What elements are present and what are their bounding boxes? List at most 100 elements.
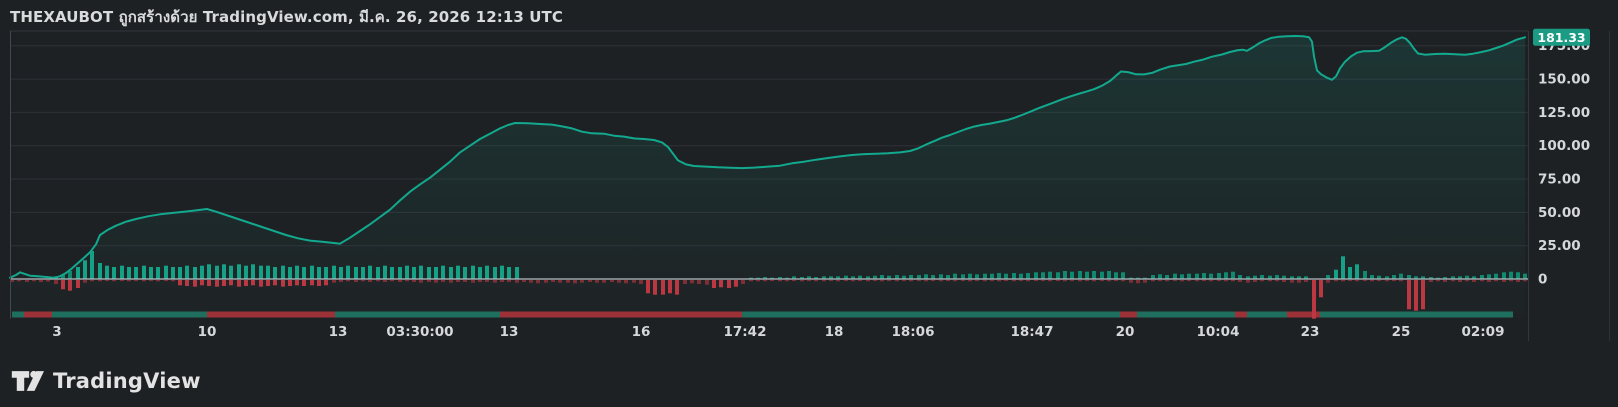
histogram-bar-down [376, 280, 380, 282]
histogram-bar-down [1370, 280, 1374, 282]
histogram-bar-up [361, 267, 365, 279]
histogram-bar-up [1209, 273, 1213, 279]
histogram-bar-up [222, 264, 226, 279]
histogram-bar-up [1158, 274, 1162, 279]
histogram-bar-down [25, 280, 29, 282]
histogram-bar-up [398, 267, 402, 279]
histogram-bar-up [1034, 272, 1038, 279]
histogram-bar-down [610, 280, 614, 282]
histogram-bar-down [1114, 280, 1118, 282]
histogram-bar-down [244, 280, 248, 286]
histogram-bar-up [288, 267, 292, 279]
time-axis-label: 13 [500, 324, 519, 340]
histogram-bar-down [1282, 280, 1286, 282]
histogram-bar-down [844, 280, 848, 282]
position-strip-up [1247, 311, 1287, 318]
histogram-bar-up [105, 265, 109, 279]
histogram-bar-up [76, 267, 80, 279]
histogram-bar-down [1209, 280, 1213, 282]
histogram-bar-up [961, 274, 965, 279]
histogram-bar-down [412, 280, 416, 282]
position-strip-up [1320, 311, 1513, 318]
histogram-bar-down [727, 280, 731, 288]
histogram-bar-up [1041, 272, 1045, 279]
histogram-bar-down [536, 280, 540, 284]
histogram-bar-up [1187, 273, 1191, 279]
histogram-bar-down [1487, 280, 1491, 282]
histogram-bar-down [807, 280, 811, 282]
histogram-bar-down [756, 280, 760, 282]
histogram-bar-up [164, 265, 168, 279]
histogram-bar-down [405, 280, 409, 282]
histogram-bar-down [164, 280, 168, 282]
histogram-bar-up [98, 263, 102, 279]
histogram-bar-down [295, 280, 299, 286]
histogram-bar-down [229, 280, 233, 286]
histogram-bar-down [1173, 280, 1177, 282]
histogram-bar-down [500, 280, 504, 282]
histogram-bar-down [273, 280, 277, 286]
histogram-bar-up [1100, 271, 1104, 279]
histogram-bar-down [485, 280, 489, 282]
histogram-bar-down [361, 280, 365, 282]
histogram-bar-up [434, 267, 438, 279]
histogram-bar-down [1275, 280, 1279, 282]
histogram-bar-down [1377, 280, 1381, 282]
price-axis-label: 100.00 [1538, 138, 1590, 154]
histogram-bar-down [800, 280, 804, 282]
histogram-bar-down [529, 280, 533, 283]
histogram-bar-up [346, 265, 350, 279]
histogram-bar-down [1436, 280, 1440, 282]
histogram-bar-down [617, 280, 621, 283]
histogram-bar-up [1348, 267, 1352, 279]
histogram-bar-down [1012, 280, 1016, 282]
histogram-bar-down [1355, 280, 1359, 282]
histogram-bar-down [1319, 280, 1323, 298]
histogram-bar-down [544, 280, 548, 283]
histogram-bar-up [1202, 273, 1206, 279]
histogram-bar-down [17, 280, 21, 282]
histogram-bar-up [1078, 271, 1082, 279]
histogram-bar-down [39, 280, 43, 282]
histogram-bar-down [281, 280, 285, 287]
histogram-bar-down [1429, 280, 1433, 282]
chart-title: THEXAUBOT ถูกสร้างด้วย TradingView.com, … [10, 8, 563, 26]
histogram-bar-down [1341, 280, 1345, 282]
histogram-bar-down [836, 280, 840, 282]
price-axis-label: 150.00 [1538, 72, 1590, 88]
histogram-bar-down [54, 280, 58, 284]
histogram-bar-up [354, 267, 358, 279]
position-strip-down [1235, 311, 1247, 318]
histogram-bar-up [237, 264, 241, 279]
histogram-bar-down [1107, 280, 1111, 282]
position-strip-up [12, 311, 24, 318]
histogram-bar-down [1290, 280, 1294, 283]
histogram-bar-down [149, 280, 153, 282]
time-axis-label: 18:47 [1011, 324, 1054, 340]
tradingview-branding[interactable]: TradingView [11, 368, 201, 394]
histogram-bar-down [653, 280, 657, 295]
price-axis-label: 25.00 [1538, 238, 1581, 254]
histogram-bar-down [1238, 280, 1242, 282]
histogram-bar-up [1363, 271, 1367, 279]
histogram-bar-up [273, 267, 277, 279]
histogram-bar-up [1004, 273, 1008, 279]
histogram-bar-down [185, 280, 189, 286]
histogram-bar-up [449, 267, 453, 279]
histogram-bar-down [1451, 280, 1455, 282]
histogram-bar-down [675, 280, 679, 295]
histogram-bar-down [1502, 280, 1506, 282]
histogram-bar-down [961, 280, 965, 282]
histogram-bar-down [697, 280, 701, 284]
histogram-bar-down [46, 280, 50, 282]
histogram-bar-up [207, 264, 211, 279]
histogram-bar-up [1399, 273, 1403, 279]
histogram-bar-up [493, 267, 497, 279]
histogram-bar-up [478, 267, 482, 279]
histogram-bar-down [302, 280, 306, 286]
histogram-bar-down [339, 280, 343, 282]
histogram-bar-up [471, 265, 475, 279]
histogram-bar-down [1304, 280, 1308, 282]
histogram-bar-down [317, 280, 321, 286]
price-chart-canvas: 175.00150.00125.00100.0075.0050.0025.000… [9, 28, 1610, 341]
